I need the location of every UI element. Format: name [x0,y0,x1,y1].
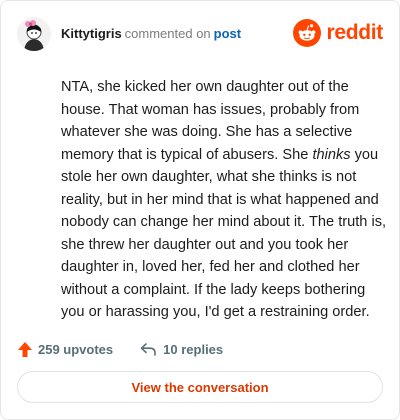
replies-button[interactable]: 10 replies [139,341,223,357]
reddit-wordmark: reddit [326,21,383,44]
comment-body-emphasis: thinks [312,146,351,163]
action-text: commented on [124,26,211,41]
view-conversation-button[interactable]: View the conversation [17,371,383,403]
comment-header: Kittytigris commented on post reddit [17,15,383,51]
reply-arrow-icon [140,343,156,356]
user-avatar[interactable] [17,17,51,51]
reply-count: 10 replies [163,341,224,357]
comment-footer: 259 upvotes 10 replies [17,337,223,361]
comment-body-part-2: you stole her own daughter, what she thi… [61,146,387,321]
post-link[interactable]: post [214,26,241,41]
upvote-count: 259 upvotes [38,341,114,357]
upvote-button[interactable]: 259 upvotes [17,341,113,358]
username[interactable]: Kittytigris [61,26,122,41]
reddit-logo[interactable]: reddit [293,19,383,47]
arrow-up-icon [18,341,32,357]
comment-body: NTA, she kicked her own daughter out of … [61,76,391,324]
comment-meta: Kittytigris commented on post [61,26,241,41]
embedded-comment-card: Kittytigris commented on post reddit NTA, … [0,0,400,420]
reddit-snoo-icon [293,19,322,47]
